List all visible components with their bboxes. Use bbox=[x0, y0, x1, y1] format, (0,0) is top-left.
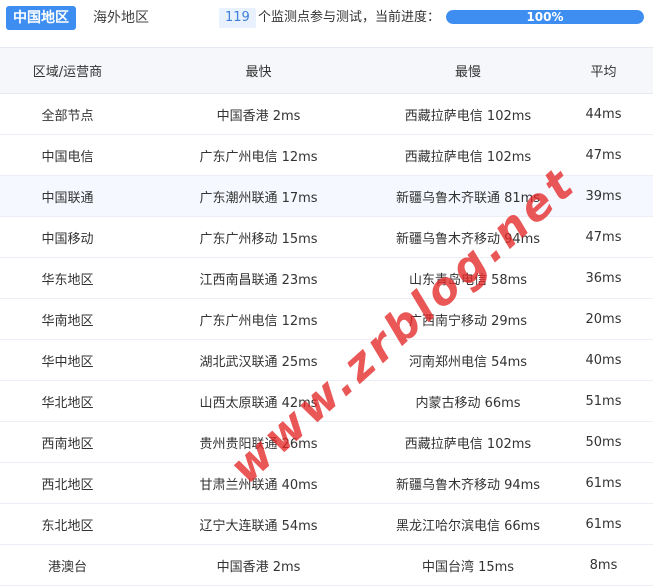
header-fastest: 最快 bbox=[135, 47, 382, 94]
cell-average: 40ms bbox=[554, 339, 653, 381]
cell-average: 50ms bbox=[554, 421, 653, 463]
table-row: 东北地区 辽宁大连联通 54ms 黑龙江哈尔滨电信 66ms 61ms bbox=[0, 503, 653, 545]
cell-average: 20ms bbox=[554, 298, 653, 340]
cell-region: 华东地区 bbox=[0, 257, 135, 299]
header-slowest: 最慢 bbox=[382, 47, 554, 94]
table-row: 中国联通 广东潮州联通 17ms 新疆乌鲁木齐联通 81ms 39ms bbox=[0, 175, 653, 217]
cell-slowest: 新疆乌鲁木齐移动 94ms bbox=[382, 462, 554, 504]
cell-slowest: 河南郑州电信 54ms bbox=[382, 339, 554, 381]
cell-fastest: 中国香港 2ms bbox=[135, 93, 382, 135]
cell-region: 中国移动 bbox=[0, 216, 135, 258]
cell-region: 西南地区 bbox=[0, 421, 135, 463]
table-row: 港澳台 中国香港 2ms 中国台湾 15ms 8ms bbox=[0, 544, 653, 586]
top-bar: 中国地区 海外地区 119 个监测点参与测试，当前进度： 100% bbox=[0, 0, 653, 36]
table-row: 全部节点 中国香港 2ms 西藏拉萨电信 102ms 44ms bbox=[0, 93, 653, 135]
progress-bar: 100% bbox=[446, 10, 644, 24]
table-row: 中国移动 广东广州移动 15ms 新疆乌鲁木齐移动 94ms 47ms bbox=[0, 216, 653, 258]
speed-table: 区域/运营商 最快 最慢 平均 全部节点 中国香港 2ms 西藏拉萨电信 102ms… bbox=[0, 47, 653, 586]
cell-region: 华北地区 bbox=[0, 380, 135, 422]
table-row: 华北地区 山西太原联通 42ms 内蒙古移动 66ms 51ms bbox=[0, 380, 653, 422]
cell-slowest: 西藏拉萨电信 102ms bbox=[382, 134, 554, 176]
cell-slowest: 内蒙古移动 66ms bbox=[382, 380, 554, 422]
cell-region: 华南地区 bbox=[0, 298, 135, 340]
table-row: 中国电信 广东广州电信 12ms 西藏拉萨电信 102ms 47ms bbox=[0, 134, 653, 176]
cell-region: 全部节点 bbox=[0, 93, 135, 135]
cell-region: 港澳台 bbox=[0, 544, 135, 586]
cell-region: 西北地区 bbox=[0, 462, 135, 504]
cell-slowest: 西藏拉萨电信 102ms bbox=[382, 421, 554, 463]
cell-fastest: 湖北武汉联通 25ms bbox=[135, 339, 382, 381]
cell-average: 39ms bbox=[554, 175, 653, 217]
cell-fastest: 辽宁大连联通 54ms bbox=[135, 503, 382, 545]
table-row: 华中地区 湖北武汉联通 25ms 河南郑州电信 54ms 40ms bbox=[0, 339, 653, 381]
monitor-count-badge: 119 bbox=[219, 8, 256, 28]
cell-fastest: 贵州贵阳联通 26ms bbox=[135, 421, 382, 463]
table-row: 西南地区 贵州贵阳联通 26ms 西藏拉萨电信 102ms 50ms bbox=[0, 421, 653, 463]
cell-fastest: 甘肃兰州联通 40ms bbox=[135, 462, 382, 504]
cell-average: 36ms bbox=[554, 257, 653, 299]
cell-slowest: 新疆乌鲁木齐移动 94ms bbox=[382, 216, 554, 258]
cell-average: 51ms bbox=[554, 380, 653, 422]
cell-average: 47ms bbox=[554, 134, 653, 176]
cell-average: 61ms bbox=[554, 462, 653, 504]
cell-slowest: 广西南宁移动 29ms bbox=[382, 298, 554, 340]
progress-status-text: 个监测点参与测试，当前进度： bbox=[258, 10, 441, 25]
header-average: 平均 bbox=[554, 47, 653, 94]
table-row: 华东地区 江西南昌联通 23ms 山东青岛电信 58ms 36ms bbox=[0, 257, 653, 299]
cell-average: 44ms bbox=[554, 93, 653, 135]
cell-region: 中国电信 bbox=[0, 134, 135, 176]
cell-fastest: 江西南昌联通 23ms bbox=[135, 257, 382, 299]
table-row: 华南地区 广东广州电信 12ms 广西南宁移动 29ms 20ms bbox=[0, 298, 653, 340]
cell-slowest: 中国台湾 15ms bbox=[382, 544, 554, 586]
tab-china[interactable]: 中国地区 bbox=[6, 6, 76, 30]
cell-slowest: 山东青岛电信 58ms bbox=[382, 257, 554, 299]
cell-average: 47ms bbox=[554, 216, 653, 258]
cell-fastest: 广东潮州联通 17ms bbox=[135, 175, 382, 217]
tab-overseas[interactable]: 海外地区 bbox=[86, 6, 156, 30]
cell-fastest: 广东广州电信 12ms bbox=[135, 298, 382, 340]
cell-slowest: 新疆乌鲁木齐联通 81ms bbox=[382, 175, 554, 217]
cell-fastest: 中国香港 2ms bbox=[135, 544, 382, 586]
cell-slowest: 西藏拉萨电信 102ms bbox=[382, 93, 554, 135]
progress-label: 100% bbox=[526, 10, 564, 24]
table-header-row: 区域/运营商 最快 最慢 平均 bbox=[0, 47, 653, 94]
cell-average: 61ms bbox=[554, 503, 653, 545]
cell-region: 华中地区 bbox=[0, 339, 135, 381]
cell-region: 中国联通 bbox=[0, 175, 135, 217]
cell-fastest: 广东广州移动 15ms bbox=[135, 216, 382, 258]
cell-fastest: 广东广州电信 12ms bbox=[135, 134, 382, 176]
cell-region: 东北地区 bbox=[0, 503, 135, 545]
cell-average: 8ms bbox=[554, 544, 653, 586]
table-row: 西北地区 甘肃兰州联通 40ms 新疆乌鲁木齐移动 94ms 61ms bbox=[0, 462, 653, 504]
cell-slowest: 黑龙江哈尔滨电信 66ms bbox=[382, 503, 554, 545]
header-region: 区域/运营商 bbox=[0, 47, 135, 94]
cell-fastest: 山西太原联通 42ms bbox=[135, 380, 382, 422]
